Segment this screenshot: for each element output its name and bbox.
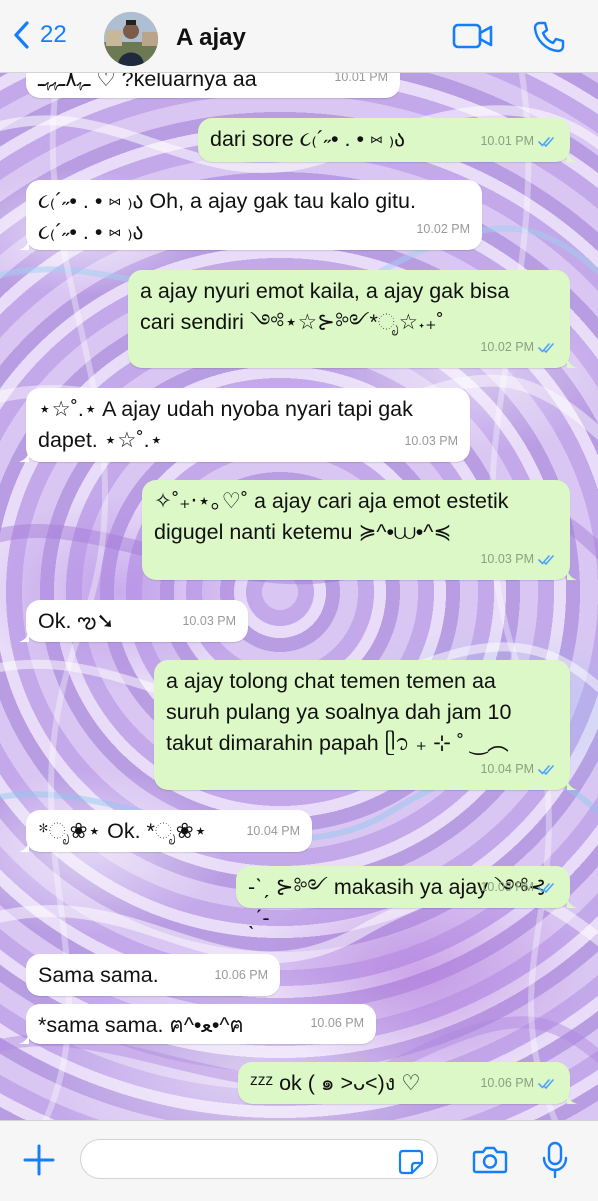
bubble-tail	[19, 838, 29, 852]
bubble-tail	[567, 354, 577, 368]
bubble-tail	[567, 566, 577, 580]
message-outgoing[interactable]: a ajay tolong chat temen temen aa suruh …	[154, 660, 577, 790]
video-call-button[interactable]	[452, 22, 494, 55]
bubble-tail	[19, 236, 29, 250]
bubble-tail	[19, 1030, 29, 1044]
microphone-icon	[542, 1141, 568, 1179]
message-time: 10.01 PM	[480, 134, 534, 148]
read-ticks-icon	[538, 1079, 554, 1089]
phone-icon	[533, 21, 565, 53]
message-incoming[interactable]: *ೃ❀⋆ Ok. *ೃ❀⋆ 10.04 PM	[19, 810, 312, 852]
message-meta: 10.02 PM	[416, 214, 470, 245]
video-camera-icon	[452, 23, 493, 49]
voice-call-button[interactable]	[532, 20, 566, 59]
message-input[interactable]	[80, 1139, 438, 1179]
message-meta: 10.04 PM	[246, 816, 300, 847]
message-time: 10.05 PM	[480, 880, 534, 894]
sticker-button[interactable]	[398, 1149, 424, 1180]
message-time: 10.04 PM	[480, 762, 534, 776]
bubble-tail	[19, 628, 29, 642]
message-time: 10.03 PM	[404, 434, 458, 448]
bubble-tail	[567, 776, 577, 790]
attach-button[interactable]	[22, 1143, 56, 1182]
message-meta: 10.05 PM	[480, 872, 558, 903]
message-outgoing[interactable]: ✧˚₊‧⋆｡♡˚ a ajay cari aja emot estetik di…	[142, 480, 577, 580]
read-ticks-icon	[538, 555, 554, 565]
read-ticks-icon	[538, 343, 554, 353]
message-time: 10.06 PM	[310, 1016, 364, 1030]
message-time: 10.02 PM	[480, 340, 534, 354]
read-ticks-icon	[538, 883, 554, 893]
message-meta: 10.03 PM	[404, 426, 458, 457]
message-incoming[interactable]: *sama sama. ฅ^•ﻌ•^ฅ 10.06 PM	[19, 1004, 376, 1044]
bubble-tail	[19, 448, 29, 462]
message-outgoing[interactable]: dari sore ૮₍´˶• . • ⑅ ₎ა 10.01 PM	[198, 118, 577, 162]
chat-header: 22 A ajay	[0, 0, 598, 73]
message-outgoing[interactable]: -ˋˏ ⊱༻ makasih ya ajay ༺⊰ ˎˊ- 10.05 PM	[236, 866, 577, 930]
message-text: ✧˚₊‧⋆｡♡˚ a ajay cari aja emot estetik di…	[154, 489, 509, 544]
composer-bar	[0, 1120, 598, 1201]
message-incoming[interactable]: Ok. ఌ︎➘ 10.03 PM	[19, 600, 248, 642]
message-time: 10.03 PM	[480, 552, 534, 566]
message-time: 10.03 PM	[182, 614, 236, 628]
message-incoming[interactable]: Sama sama. 10.06 PM	[26, 954, 280, 996]
camera-icon	[472, 1146, 508, 1174]
message-text: a ajay tolong chat temen temen aa suruh …	[166, 669, 512, 755]
message-outgoing[interactable]: a ajay nyuri emot kaila, a ajay gak bisa…	[128, 270, 577, 368]
bubble-tail	[567, 1090, 577, 1104]
message-meta: 10.02 PM	[480, 332, 558, 363]
message-incoming[interactable]: ૮₍´˶• . • ⑅ ₎ა Oh, a ajay gak tau kalo g…	[19, 180, 482, 250]
message-outgoing[interactable]: ᶻᶻᶻ ok ( ๑ ˃ᴗ˂)ง ♡ 10.06 PM	[238, 1062, 577, 1104]
message-time: 10.06 PM	[480, 1076, 534, 1090]
read-ticks-icon	[538, 765, 554, 775]
sticker-icon	[398, 1149, 424, 1175]
message-time: 10.02 PM	[416, 222, 470, 236]
message-meta: 10.06 PM	[214, 960, 268, 991]
chevron-left-icon	[14, 21, 29, 49]
message-incoming[interactable]: ⋆☆˚.⋆ A ajay udah nyoba nyari tapi gak d…	[19, 388, 470, 462]
unread-count: 22	[40, 21, 67, 48]
camera-button[interactable]	[472, 1145, 508, 1180]
message-text: ⋆☆˚.⋆ A ajay udah nyoba nyari tapi gak d…	[38, 397, 413, 452]
voice-message-button[interactable]	[542, 1141, 568, 1184]
message-meta: 10.03 PM	[480, 544, 558, 575]
avatar[interactable]	[104, 12, 158, 66]
message-time: 10.06 PM	[214, 968, 268, 982]
message-text: a ajay nyuri emot kaila, a ajay gak bisa…	[140, 279, 510, 334]
bubble-tail	[567, 894, 577, 908]
message-text: ૮₍´˶• . • ⑅ ₎ა Oh, a ajay gak tau kalo g…	[38, 189, 416, 244]
bubble-tail	[567, 148, 577, 162]
read-ticks-icon	[538, 137, 554, 147]
contact-name[interactable]: A ajay	[176, 24, 246, 52]
back-button[interactable]: 22	[12, 20, 67, 50]
message-meta: 10.06 PM	[480, 1068, 558, 1099]
message-time: 10.04 PM	[246, 824, 300, 838]
message-meta: 10.06 PM	[310, 1008, 364, 1039]
message-meta: 10.04 PM	[480, 754, 558, 785]
plus-icon	[23, 1144, 55, 1176]
message-meta: 10.03 PM	[182, 606, 236, 637]
message-meta: 10.01 PM	[480, 126, 558, 157]
